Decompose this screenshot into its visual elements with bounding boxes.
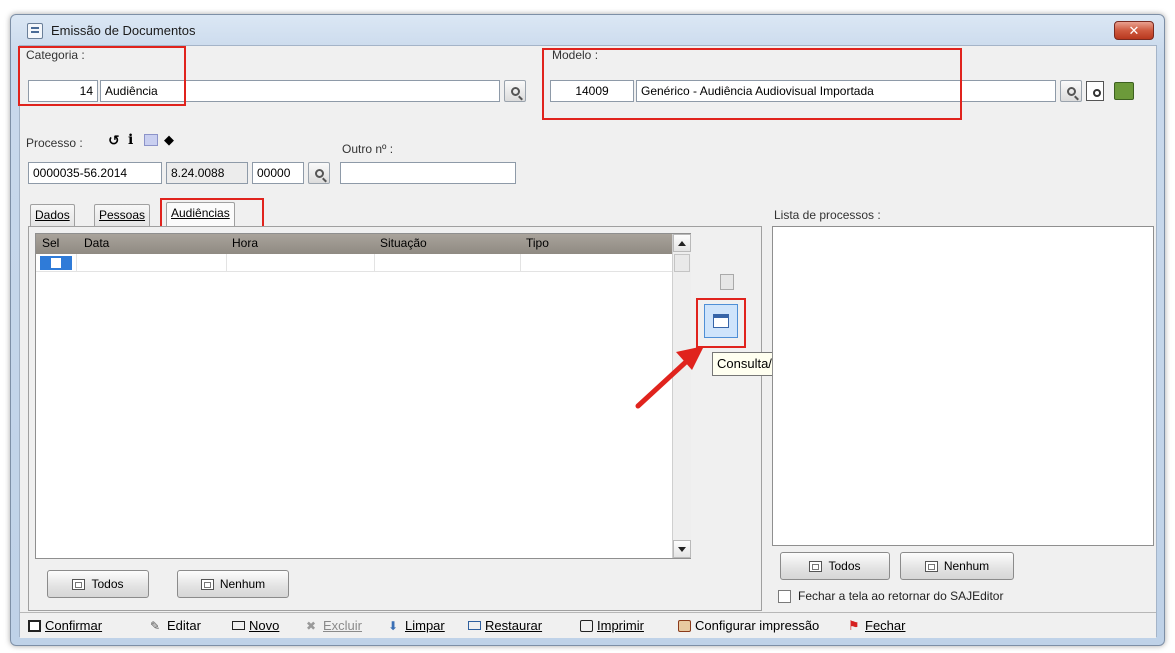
folder-icon[interactable] xyxy=(144,134,158,146)
modelo-label: Modelo : xyxy=(552,48,599,62)
scroll-up-button[interactable] xyxy=(673,234,691,252)
search-icon xyxy=(510,86,520,96)
arrow-down-icon xyxy=(678,546,686,552)
calendar-icon xyxy=(713,314,729,328)
outro-numero-field[interactable] xyxy=(340,162,516,184)
undo-icon[interactable]: ↺ xyxy=(108,132,120,149)
audiencias-panel: Sel Data Hora Situação Tipo Todos Nenhum xyxy=(28,226,762,611)
lista-processos-box[interactable] xyxy=(772,226,1154,546)
row-select-cell[interactable] xyxy=(40,256,72,270)
restore-icon xyxy=(468,621,481,630)
select-all-icon xyxy=(809,560,823,572)
audiencias-grid: Sel Data Hora Situação Tipo xyxy=(35,233,691,559)
preview-document-icon[interactable] xyxy=(1086,81,1104,101)
novo-button[interactable]: Novo xyxy=(232,618,279,633)
column-sel[interactable]: Sel xyxy=(42,236,59,250)
fechar-button[interactable]: ⚑ Fechar xyxy=(848,618,905,633)
clear-icon: ⬇ xyxy=(388,618,399,633)
editar-button[interactable]: ✎ Editar xyxy=(150,618,201,633)
window: Emissão de Documentos ✕ Categoria : 14 A… xyxy=(10,14,1165,646)
import-model-icon[interactable] xyxy=(1114,82,1134,100)
client-area: Categoria : 14 Audiência Modelo : 14009 … xyxy=(18,45,1157,638)
delete-icon: ✖ xyxy=(306,618,317,633)
processo-search-button[interactable] xyxy=(308,162,330,184)
copy-icon xyxy=(720,274,734,290)
column-hora[interactable]: Hora xyxy=(232,236,258,250)
fechar-tela-label: Fechar a tela ao retornar do SAJEditor xyxy=(798,589,1004,603)
new-icon xyxy=(232,621,245,630)
app-icon xyxy=(27,23,43,39)
outro-numero-label: Outro nº : xyxy=(342,142,394,156)
print-settings-icon xyxy=(678,619,691,632)
print-icon xyxy=(580,619,593,632)
arrow-up-icon xyxy=(678,240,686,246)
tab-audiencias[interactable]: Audiências xyxy=(166,202,235,226)
todos-button-left[interactable]: Todos xyxy=(47,570,149,598)
modelo-name-field[interactable]: Genérico - Audiência Audiovisual Importa… xyxy=(636,80,1056,102)
tag-icon[interactable]: ◆ xyxy=(164,132,174,148)
scroll-down-button[interactable] xyxy=(673,540,691,558)
window-title: Emissão de Documentos xyxy=(51,23,196,38)
tab-pessoas[interactable]: Pessoas xyxy=(94,204,151,226)
excluir-button: ✖ Excluir xyxy=(306,618,363,633)
column-data[interactable]: Data xyxy=(84,236,109,250)
hearings-consult-button[interactable] xyxy=(704,304,738,338)
todos-button-right[interactable]: Todos xyxy=(780,552,890,580)
search-icon xyxy=(1066,86,1076,96)
info-icon[interactable]: i xyxy=(128,132,133,148)
confirmar-button[interactable]: Confirmar xyxy=(28,618,102,633)
scroll-thumb[interactable] xyxy=(674,254,690,272)
categoria-code-field[interactable]: 14 xyxy=(28,80,98,102)
title-bar: Emissão de Documentos ✕ xyxy=(11,15,1164,45)
search-icon xyxy=(314,168,324,178)
processo-number-field[interactable]: 0000035-56.2014 xyxy=(28,162,162,184)
nenhum-button-right[interactable]: Nenhum xyxy=(900,552,1014,580)
modelo-search-button[interactable] xyxy=(1060,80,1082,102)
fechar-tela-checkbox[interactable] xyxy=(778,590,791,603)
categoria-label: Categoria : xyxy=(26,48,85,62)
categoria-name-field[interactable]: Audiência xyxy=(100,80,500,102)
edit-icon: ✎ xyxy=(150,618,161,633)
processo-label: Processo : xyxy=(26,136,83,150)
configurar-impressao-button[interactable]: Configurar impressão xyxy=(678,618,819,633)
column-tipo[interactable]: Tipo xyxy=(526,236,549,250)
limpar-button[interactable]: ⬇ Limpar xyxy=(388,618,445,633)
grid-header: Sel Data Hora Situação Tipo xyxy=(36,234,672,254)
bottom-toolbar: Confirmar ✎ Editar Novo ✖ Excluir ⬇ Limpar … xyxy=(20,612,1156,638)
select-none-icon xyxy=(924,560,938,572)
lista-processos-label: Lista de processos : xyxy=(774,208,881,222)
processo-court-field: 8.24.0088 xyxy=(166,162,248,184)
close-button[interactable]: ✕ xyxy=(1114,21,1154,40)
save-icon xyxy=(28,619,41,632)
imprimir-button[interactable]: Imprimir xyxy=(580,618,644,633)
processo-suffix-field[interactable]: 00000 xyxy=(252,162,304,184)
categoria-search-button[interactable] xyxy=(504,80,526,102)
modelo-code-field[interactable]: 14009 xyxy=(550,80,634,102)
close-pin-icon: ⚑ xyxy=(848,617,860,633)
column-situacao[interactable]: Situação xyxy=(380,236,427,250)
nenhum-button-left[interactable]: Nenhum xyxy=(177,570,289,598)
checkbox-icon[interactable] xyxy=(51,258,61,268)
select-all-icon xyxy=(72,578,86,590)
select-none-icon xyxy=(200,578,214,590)
tab-dados[interactable]: Dados xyxy=(30,204,75,226)
red-arrow-annotation xyxy=(635,346,704,409)
restaurar-button[interactable]: Restaurar xyxy=(468,618,542,633)
